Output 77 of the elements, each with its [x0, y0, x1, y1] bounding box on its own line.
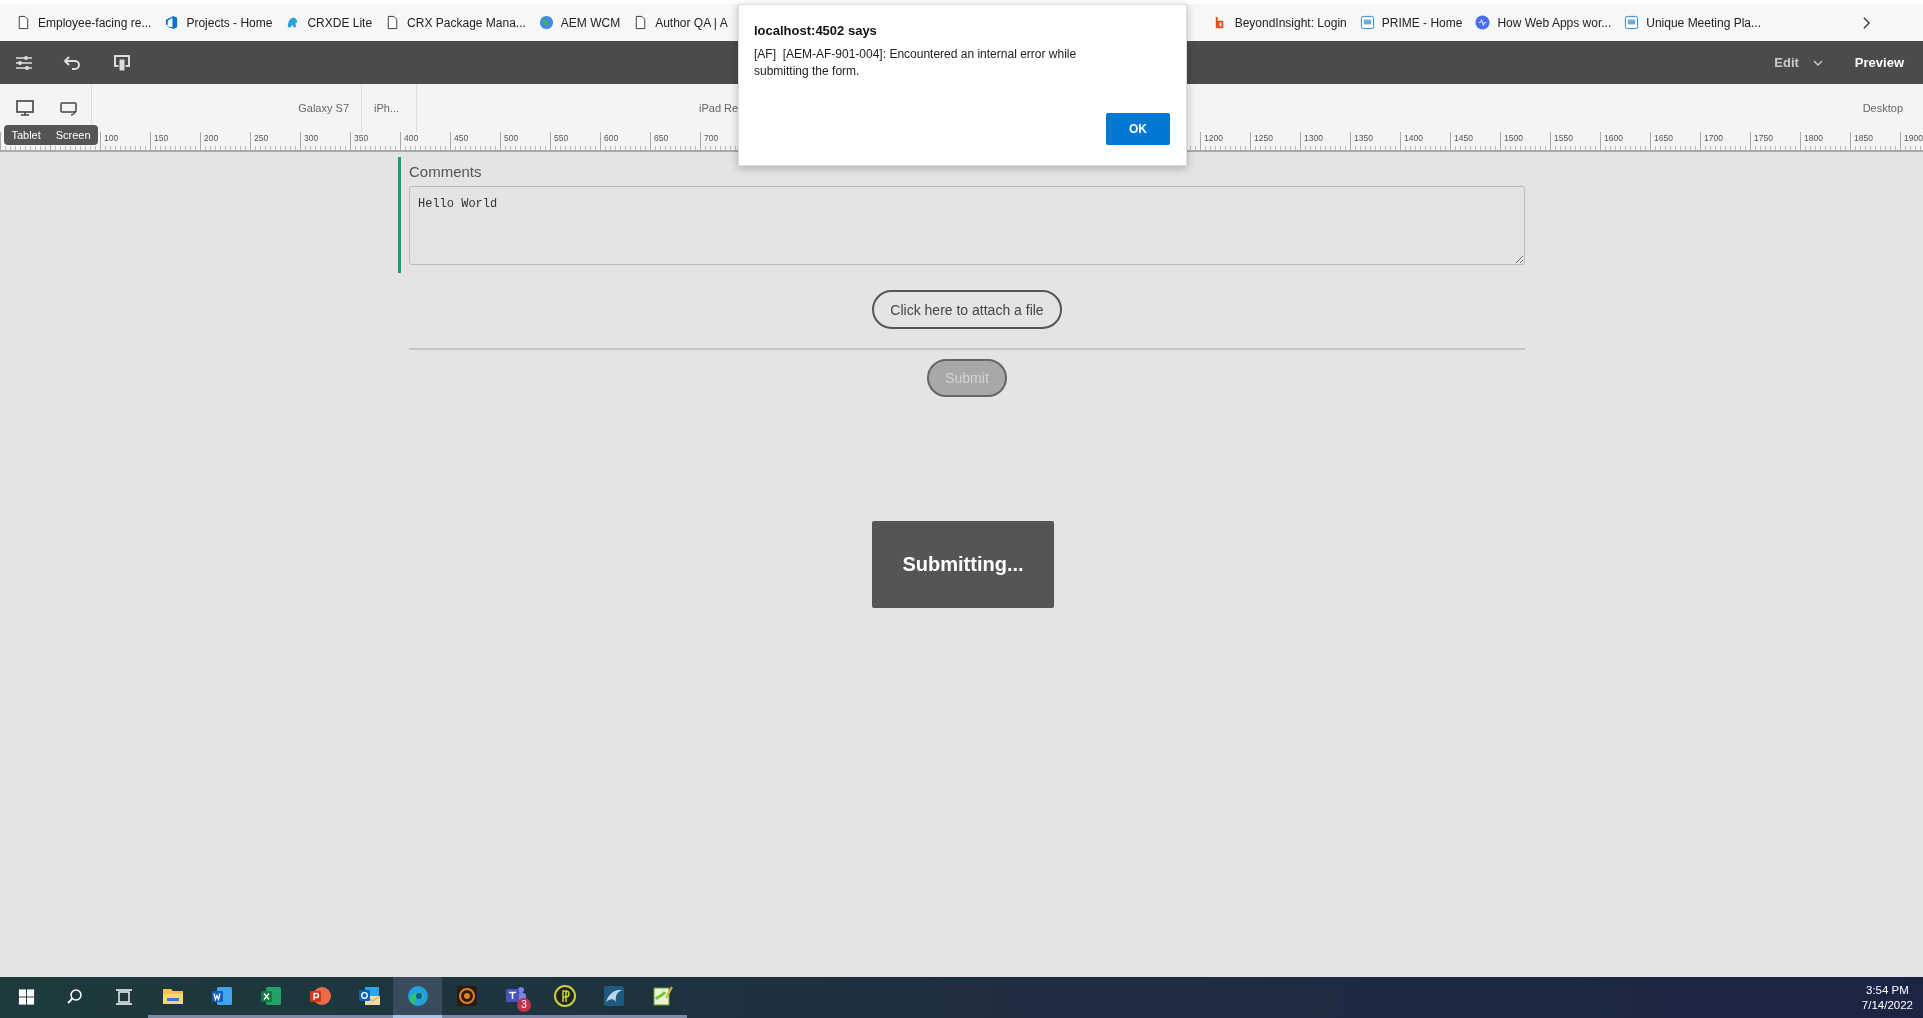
ruler-label: 250 [253, 132, 270, 145]
ruler-label: 700 [703, 132, 720, 145]
bookmark-link[interactable]: CRXDE Lite [285, 15, 373, 30]
ruler-label: 1400 [1403, 132, 1424, 145]
spreadsheet-app-icon [258, 984, 283, 1008]
bookmark-link[interactable]: Employee-facing re... [16, 15, 152, 30]
ruler-label: 350 [353, 132, 370, 145]
app-icon [1624, 15, 1640, 30]
dolphin-icon [601, 984, 626, 1008]
document-app-icon [209, 984, 234, 1008]
bookmark-link[interactable]: AEM WCM [538, 15, 621, 30]
ruler-label: 1200 [1203, 132, 1224, 145]
bookmark-link[interactable]: How Web Apps wor... [1475, 15, 1612, 30]
attach-file-button[interactable]: Click here to attach a file [872, 290, 1062, 329]
globe-icon [538, 15, 554, 30]
ruler-label: 1800 [1803, 132, 1824, 145]
dialog-message: [AF] [AEM-AF-901-004]: Encountered an internal error while submitting the form. [754, 46, 1078, 80]
page-icon [16, 15, 31, 30]
device-option[interactable]: Desktop [1850, 84, 1923, 132]
preview-button[interactable]: Preview [1854, 55, 1904, 70]
edit-mode-dropdown[interactable]: Edit [1774, 55, 1823, 70]
notepad-icon [650, 984, 675, 1008]
device-option[interactable]: Galaxy S7 [298, 102, 349, 114]
ruler-label: 1450 [1453, 132, 1474, 145]
clock-time: 3:54 PM [1866, 984, 1909, 996]
ruler-label: 650 [653, 132, 670, 145]
ruler-label: 600 [603, 132, 620, 145]
bookmark-link[interactable]: CRX Package Mana... [385, 15, 526, 30]
ruler-label: 1500 [1503, 132, 1524, 145]
ruler-label: 450 [453, 132, 470, 145]
clock-date: 7/14/2022 [1861, 999, 1913, 1011]
monitor-icon[interactable] [15, 98, 35, 118]
ruler-label: 100 [103, 132, 120, 145]
ruler-label: 200 [203, 132, 220, 145]
taskbar-app-button[interactable]: 3 [491, 977, 540, 1018]
ruler-label: 1650 [1653, 132, 1674, 145]
ruler-label: 1300 [1303, 132, 1324, 145]
ruler-label: 1750 [1753, 132, 1774, 145]
chevron-right-icon[interactable] [1862, 15, 1871, 30]
ruler-label: 1550 [1553, 132, 1574, 145]
slides-app-icon [307, 984, 332, 1008]
app-icon [1475, 15, 1491, 30]
ruler-label: 550 [553, 132, 570, 145]
mail-app-icon [356, 984, 381, 1008]
app-icon [1359, 15, 1375, 30]
device-option[interactable]: iPad Re [699, 102, 739, 114]
ruler-label: 400 [403, 132, 420, 145]
bookmark-link[interactable]: PRIME - Home [1359, 15, 1463, 30]
ok-button[interactable]: OK [1106, 113, 1170, 145]
devices-icon[interactable] [112, 52, 132, 73]
bookmark-link[interactable]: Projects - Home [164, 15, 273, 30]
ruler-label: 1600 [1603, 132, 1624, 145]
caret-icon [1812, 59, 1823, 66]
ruler-label: 1700 [1703, 132, 1724, 145]
circle-logo-icon [552, 984, 577, 1008]
ruler-label: 1350 [1353, 132, 1374, 145]
app-icon [164, 15, 180, 30]
tooltip-label: Screen [55, 129, 91, 141]
tooltip-label: Tablet [11, 129, 41, 141]
comments-field[interactable]: Hello World [409, 186, 1525, 265]
taskbar-app-button[interactable] [393, 977, 442, 1018]
device-option[interactable]: iPh... [374, 102, 400, 114]
ruler-label: 1900 [1903, 132, 1923, 145]
dialog-title: localhost:4502 says [754, 23, 878, 38]
round-app-icon [454, 984, 479, 1008]
submitting-overlay: Submitting... [872, 521, 1054, 608]
ruler-label: 1250 [1253, 132, 1274, 145]
browser-icon [405, 984, 430, 1008]
bookmark-link[interactable]: Author QA | A [633, 15, 728, 30]
field-label: Comments [409, 163, 483, 180]
ruler-label: 500 [503, 132, 520, 145]
ruler-label: 150 [153, 132, 170, 145]
notification-badge: 3 [517, 998, 531, 1012]
bookmark-link[interactable]: BeyondInsight: Login [1212, 15, 1347, 30]
ruler-label: 300 [303, 132, 320, 145]
ruler-label: 1850 [1853, 132, 1874, 145]
bookmark-link[interactable]: Unique Meeting Pla... [1624, 15, 1761, 30]
